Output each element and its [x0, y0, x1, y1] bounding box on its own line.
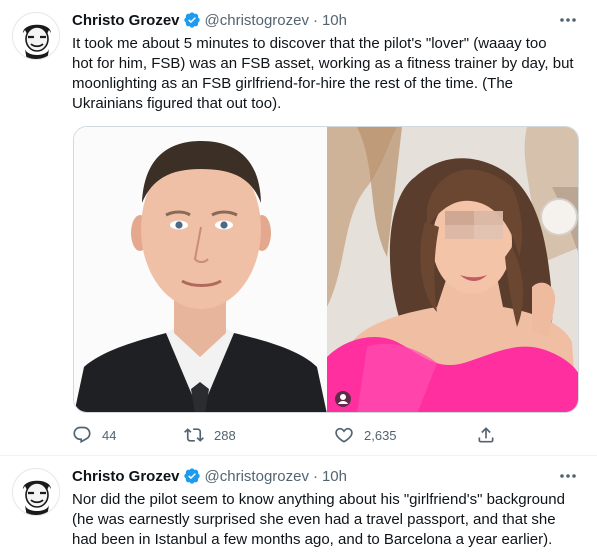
- separator-dot: ·: [312, 467, 318, 485]
- tweet-actions: 44 288 2,635: [72, 424, 512, 446]
- author-name[interactable]: Christo Grozev: [72, 12, 180, 29]
- more-options-icon[interactable]: [557, 10, 579, 30]
- tweet[interactable]: Christo Grozev @christogrozev · 10h Nor …: [0, 456, 597, 559]
- like-count: 2,635: [364, 427, 397, 443]
- share-icon: [476, 425, 496, 445]
- reply-icon: [72, 425, 92, 445]
- avatar-illustration-icon: [13, 13, 59, 59]
- retweet-button[interactable]: 288: [184, 424, 236, 446]
- reply-button[interactable]: 44: [72, 424, 116, 446]
- author-handle[interactable]: @christogrozev: [205, 468, 309, 485]
- avatar[interactable]: [12, 468, 60, 516]
- tweet-header: Christo Grozev @christogrozev · 10h: [72, 10, 347, 30]
- media-photo-1[interactable]: [74, 127, 327, 412]
- tweet-text: Nor did the pilot seem to know anything …: [72, 491, 565, 548]
- retweet-icon: [184, 425, 204, 445]
- tweet-header: Christo Grozev @christogrozev · 10h: [72, 466, 347, 486]
- separator-dot: ·: [312, 11, 318, 29]
- tweet-timestamp[interactable]: 10h: [322, 12, 347, 29]
- tweet-media[interactable]: [73, 126, 579, 413]
- heart-icon: [334, 425, 354, 445]
- tweet[interactable]: Christo Grozev @christogrozev · 10h It t…: [0, 0, 597, 456]
- verified-badge-icon: [183, 11, 201, 29]
- avatar[interactable]: [12, 12, 60, 60]
- retweet-count: 288: [214, 427, 236, 443]
- tweet-text: It took me about 5 minutes to discover t…: [72, 35, 574, 112]
- media-photo-2[interactable]: [327, 127, 578, 412]
- author-name[interactable]: Christo Grozev: [72, 468, 180, 485]
- reply-count: 44: [102, 427, 117, 443]
- verified-badge-icon: [183, 467, 201, 485]
- like-button[interactable]: 2,635: [334, 424, 397, 446]
- avatar-illustration-icon: [13, 469, 59, 515]
- share-button[interactable]: [476, 424, 506, 446]
- author-handle[interactable]: @christogrozev: [205, 12, 309, 29]
- photo-man-in-suit-icon: [74, 127, 327, 412]
- tweet-timestamp[interactable]: 10h: [322, 468, 347, 485]
- photo-woman-pink-dress-blurred-eyes-icon: [327, 127, 578, 412]
- more-options-icon[interactable]: [557, 466, 579, 486]
